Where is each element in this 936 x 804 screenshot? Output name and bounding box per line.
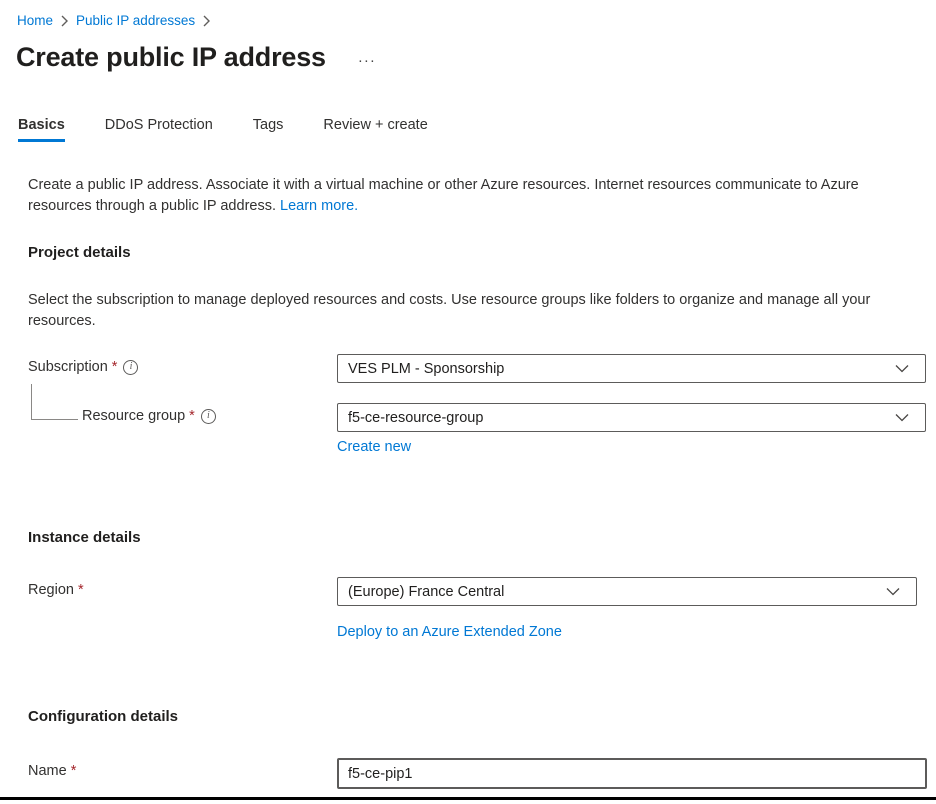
more-options-icon[interactable]: ···	[358, 53, 376, 68]
subscription-dropdown-value: VES PLM - Sponsorship	[348, 361, 895, 377]
required-asterisk: *	[189, 408, 195, 424]
info-icon[interactable]: i	[123, 360, 138, 375]
name-label-group: Name *	[28, 758, 337, 779]
configuration-details-heading: Configuration details	[28, 708, 908, 725]
name-input[interactable]	[337, 758, 927, 789]
region-dropdown[interactable]: (Europe) France Central	[337, 577, 917, 606]
required-asterisk: *	[112, 359, 118, 375]
create-new-link[interactable]: Create new	[337, 439, 411, 455]
breadcrumb-public-ip-addresses-link[interactable]: Public IP addresses	[76, 13, 195, 28]
page-title: Create public IP address	[16, 42, 326, 73]
chevron-right-icon	[202, 15, 211, 27]
subscription-label: Subscription	[28, 359, 108, 375]
name-label: Name	[28, 763, 67, 779]
chevron-down-icon	[895, 364, 909, 373]
project-details-description: Select the subscription to manage deploy…	[28, 290, 908, 332]
hierarchy-connector-line	[31, 384, 78, 420]
subscription-dropdown[interactable]: VES PLM - Sponsorship	[337, 354, 926, 383]
tab-ddos-protection[interactable]: DDoS Protection	[105, 117, 213, 142]
required-asterisk: *	[78, 582, 84, 598]
tab-review-create[interactable]: Review + create	[323, 117, 427, 142]
breadcrumb-home-link[interactable]: Home	[17, 13, 53, 28]
resource-group-label: Resource group	[82, 408, 185, 424]
subscription-label-group: Subscription * i	[28, 354, 337, 375]
resource-group-dropdown-value: f5-ce-resource-group	[348, 410, 895, 426]
deploy-azure-extended-zone-link[interactable]: Deploy to an Azure Extended Zone	[337, 624, 562, 640]
resource-group-label-group: Resource group * i	[28, 403, 337, 424]
required-asterisk: *	[71, 763, 77, 779]
info-icon[interactable]: i	[201, 409, 216, 424]
instance-details-heading: Instance details	[28, 529, 908, 546]
region-dropdown-value: (Europe) France Central	[348, 584, 886, 600]
learn-more-link[interactable]: Learn more.	[280, 198, 358, 214]
header: Create public IP address ···	[0, 28, 936, 73]
region-label: Region	[28, 582, 74, 598]
breadcrumb: Home Public IP addresses	[0, 0, 936, 28]
project-details-heading: Project details	[28, 244, 908, 261]
window-bottom-edge	[0, 797, 936, 800]
chevron-right-icon	[60, 15, 69, 27]
chevron-down-icon	[886, 587, 900, 596]
name-row: Name *	[28, 758, 908, 789]
resource-group-row: Resource group * i f5-ce-resource-group …	[28, 403, 908, 456]
tab-bar: Basics DDoS Protection Tags Review + cre…	[18, 117, 936, 142]
tab-tags[interactable]: Tags	[253, 117, 284, 142]
intro-text: Create a public IP address. Associate it…	[28, 175, 908, 217]
region-row: Region * (Europe) France Central	[28, 577, 908, 606]
subscription-row: Subscription * i VES PLM - Sponsorship	[28, 354, 908, 383]
chevron-down-icon	[895, 413, 909, 422]
tab-basics[interactable]: Basics	[18, 117, 65, 142]
resource-group-dropdown[interactable]: f5-ce-resource-group	[337, 403, 926, 432]
region-label-group: Region *	[28, 577, 337, 598]
intro-text-body: Create a public IP address. Associate it…	[28, 177, 859, 214]
create-public-ip-page: Home Public IP addresses Create public I…	[0, 0, 936, 804]
basics-tab-content: Create a public IP address. Associate it…	[0, 175, 936, 789]
